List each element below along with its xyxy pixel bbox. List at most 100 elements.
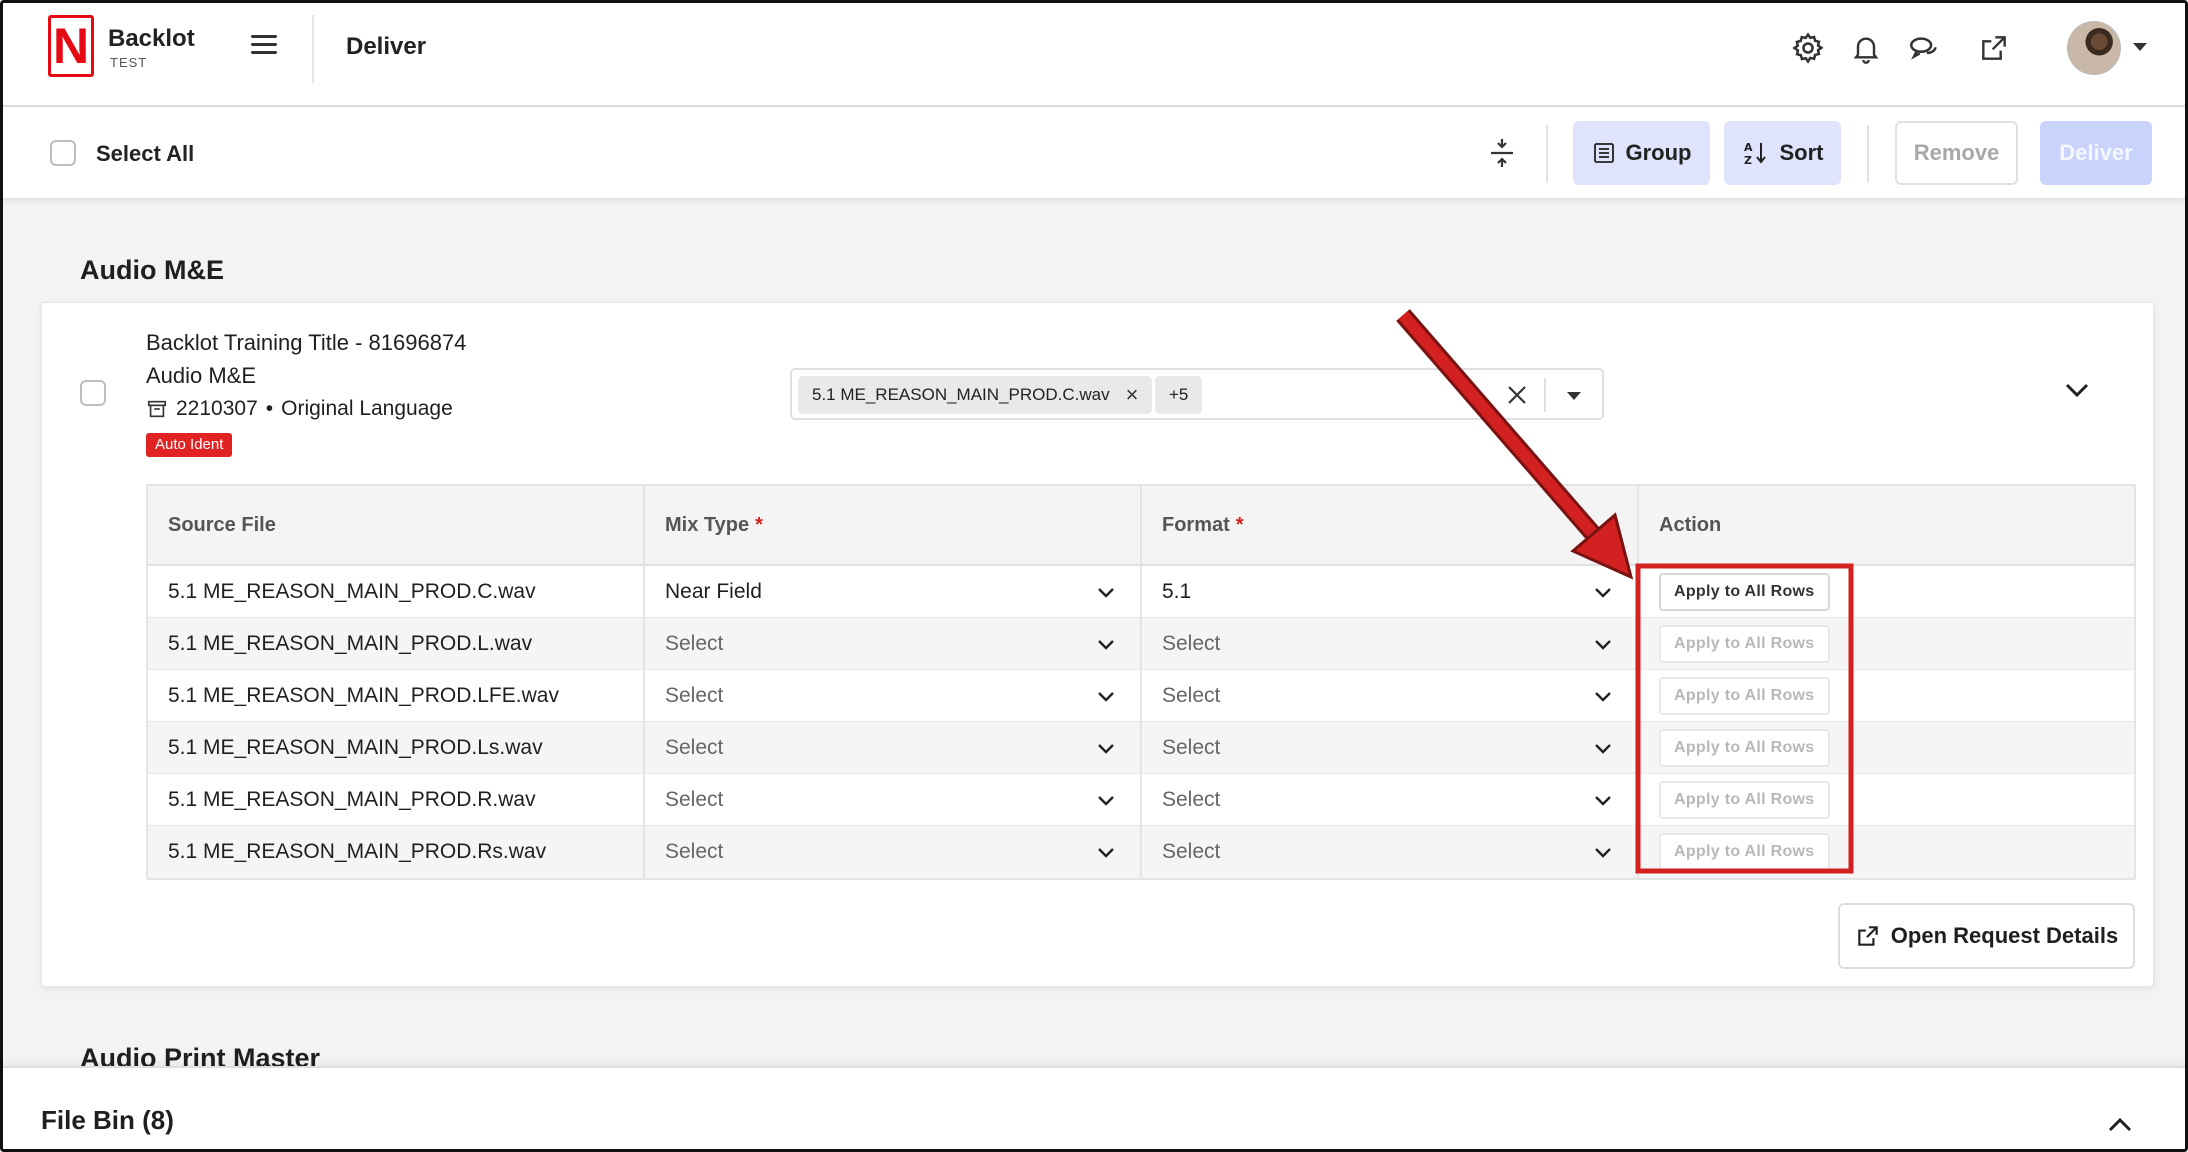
- table-row: 5.1 ME_REASON_MAIN_PROD.Rs.wav Select Sele…: [148, 826, 2134, 878]
- page-title: Deliver: [346, 33, 427, 60]
- mix-type-value: Select: [665, 683, 724, 707]
- select-all-checkbox[interactable]: [50, 140, 76, 166]
- netflix-logo[interactable]: N: [48, 15, 94, 77]
- auto-ident-badge: Auto Ident: [146, 433, 233, 457]
- chevron-down-icon[interactable]: [1096, 686, 1116, 706]
- table-row: 5.1 ME_REASON_MAIN_PROD.LFE.wav Select Sel…: [148, 670, 2134, 722]
- header-format: Format *: [1142, 486, 1639, 564]
- caret-down-icon[interactable]: [1567, 392, 1581, 400]
- header-action: Action: [1659, 513, 1722, 536]
- chevron-down-icon[interactable]: [1096, 790, 1116, 810]
- chevron-down-icon[interactable]: [1593, 738, 1613, 758]
- request-id: 2210307: [176, 397, 258, 420]
- mix-type-value: Select: [665, 735, 724, 759]
- expand-card-chevron-icon[interactable]: [2060, 373, 2094, 407]
- chevron-down-icon[interactable]: [1593, 842, 1613, 862]
- avatar[interactable]: [2067, 21, 2121, 75]
- app-name: Backlot: [108, 25, 195, 52]
- chevron-down-icon[interactable]: [1096, 842, 1116, 862]
- request-type: Audio M&E: [146, 363, 257, 388]
- open-request-details-button[interactable]: Open Request Details: [1838, 903, 2135, 969]
- app-environment: TEST: [110, 55, 148, 70]
- mix-type-value: Select: [665, 840, 724, 863]
- apply-to-all-rows-button[interactable]: Apply to All Rows: [1659, 728, 1830, 767]
- remove-button[interactable]: Remove: [1895, 121, 2018, 185]
- chat-icon[interactable]: [1905, 29, 1943, 67]
- chevron-down-icon[interactable]: [1096, 634, 1116, 654]
- table-row: 5.1 ME_REASON_MAIN_PROD.L.wav Select Selec…: [148, 618, 2134, 670]
- select-all-label[interactable]: Select All: [96, 141, 194, 167]
- action-cell: Apply to All Rows: [1639, 566, 2134, 617]
- toolbar-divider: [1867, 125, 1869, 183]
- apply-to-all-rows-button[interactable]: Apply to All Rows: [1659, 780, 1830, 819]
- top-nav: N Backlot TEST Deliver: [3, 3, 2185, 107]
- collapse-all-icon[interactable]: [1483, 134, 1521, 172]
- chevron-down-icon[interactable]: [1096, 738, 1116, 758]
- format-value: 5.1: [1162, 579, 1192, 603]
- remove-chip-icon[interactable]: ×: [1126, 384, 1139, 406]
- format-value: Select: [1162, 631, 1221, 655]
- selected-file-chip: 5.1 ME_REASON_MAIN_PROD.C.wav ×: [798, 376, 1153, 414]
- group-button[interactable]: Group: [1573, 121, 1710, 185]
- mix-type-dropdown[interactable]: Select: [645, 618, 1142, 669]
- clear-selection-icon[interactable]: [1502, 380, 1532, 410]
- chevron-up-icon[interactable]: [2103, 1108, 2137, 1142]
- table-body: 5.1 ME_REASON_MAIN_PROD.C.wav Near Field 5…: [148, 566, 2134, 878]
- chevron-down-icon[interactable]: [2133, 43, 2147, 51]
- format-dropdown[interactable]: Select: [1142, 618, 1639, 669]
- chevron-down-icon[interactable]: [1096, 582, 1116, 602]
- meta-separator: •: [265, 397, 274, 420]
- source-file-cell: 5.1 ME_REASON_MAIN_PROD.Rs.wav: [148, 826, 645, 878]
- header-mix-type: Mix Type *: [645, 486, 1142, 564]
- mix-type-dropdown[interactable]: Select: [645, 774, 1142, 825]
- deliver-button[interactable]: Deliver: [2040, 121, 2152, 185]
- request-card: Backlot Training Title - 81696874 Audio …: [41, 302, 2154, 987]
- source-file-cell: 5.1 ME_REASON_MAIN_PROD.LFE.wav: [148, 670, 645, 721]
- mix-type-value: Select: [665, 631, 724, 655]
- mix-type-dropdown[interactable]: Near Field: [645, 566, 1142, 617]
- mix-type-dropdown[interactable]: Select: [645, 722, 1142, 773]
- action-cell: Apply to All Rows: [1639, 670, 2134, 721]
- multiselect-divider: [1544, 378, 1546, 412]
- svg-text:A: A: [1744, 141, 1753, 154]
- more-files-chip[interactable]: +5: [1155, 376, 1203, 414]
- chevron-down-icon[interactable]: [1593, 582, 1613, 602]
- format-dropdown[interactable]: 5.1: [1142, 566, 1639, 617]
- source-file-cell: 5.1 ME_REASON_MAIN_PROD.R.wav: [148, 774, 645, 825]
- external-link-icon[interactable]: [1975, 29, 2013, 67]
- request-checkbox[interactable]: [80, 380, 106, 406]
- table-row: 5.1 ME_REASON_MAIN_PROD.C.wav Near Field 5…: [148, 566, 2134, 618]
- chevron-down-icon[interactable]: [1593, 634, 1613, 654]
- archive-icon: [147, 400, 167, 418]
- format-dropdown[interactable]: Select: [1142, 670, 1639, 721]
- bell-icon[interactable]: [1847, 29, 1885, 67]
- hamburger-menu-icon[interactable]: [251, 35, 277, 59]
- source-file-multiselect[interactable]: 5.1 ME_REASON_MAIN_PROD.C.wav × +5: [790, 368, 1604, 420]
- action-cell: Apply to All Rows: [1639, 774, 2134, 825]
- group-button-label: Group: [1625, 140, 1692, 165]
- chevron-down-icon[interactable]: [1593, 790, 1613, 810]
- gear-icon[interactable]: [1789, 29, 1827, 67]
- nav-divider: [312, 15, 314, 83]
- action-cell: Apply to All Rows: [1639, 618, 2134, 669]
- section-title: Audio M&E: [80, 255, 224, 285]
- action-cell: Apply to All Rows: [1639, 826, 2134, 878]
- apply-to-all-rows-button[interactable]: Apply to All Rows: [1659, 676, 1830, 715]
- sort-button[interactable]: A Z Sort: [1724, 121, 1841, 185]
- mix-type-dropdown[interactable]: Select: [645, 826, 1142, 878]
- file-bin-panel[interactable]: File Bin (8): [3, 1066, 2185, 1149]
- format-dropdown[interactable]: Select: [1142, 722, 1639, 773]
- request-meta: 2210307 • Original Language: [146, 397, 453, 421]
- mix-type-value: Near Field: [665, 579, 762, 603]
- file-bin-title: File Bin (8): [41, 1105, 174, 1135]
- chevron-down-icon[interactable]: [1593, 686, 1613, 706]
- apply-to-all-rows-button[interactable]: Apply to All Rows: [1659, 572, 1830, 611]
- list-icon: [1593, 143, 1614, 163]
- mix-type-dropdown[interactable]: Select: [645, 670, 1142, 721]
- header-source-file: Source File: [148, 486, 645, 564]
- format-dropdown[interactable]: Select: [1142, 774, 1639, 825]
- apply-to-all-rows-button[interactable]: Apply to All Rows: [1659, 624, 1830, 663]
- format-value: Select: [1162, 787, 1221, 811]
- format-dropdown[interactable]: Select: [1142, 826, 1639, 878]
- apply-to-all-rows-button[interactable]: Apply to All Rows: [1659, 833, 1830, 871]
